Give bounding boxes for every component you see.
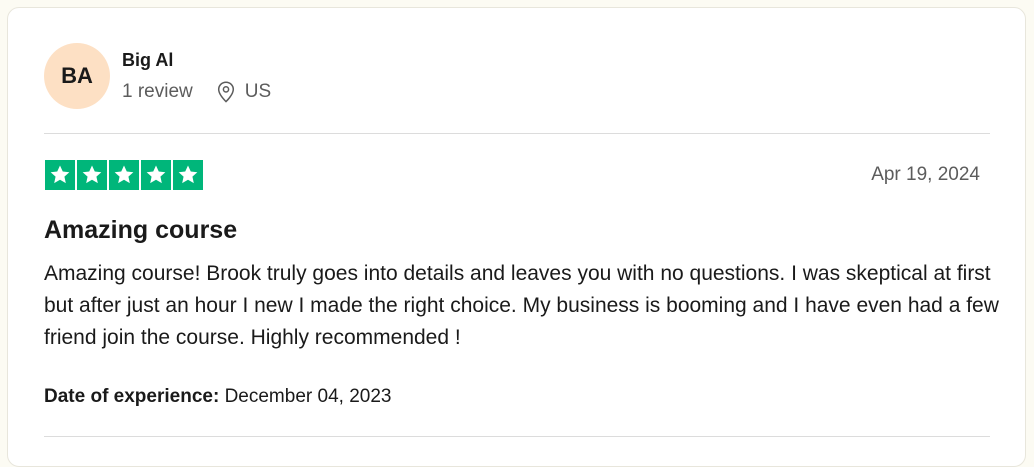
experience-label: Date of experience: [44,386,220,407]
divider [44,436,990,437]
star-icon [141,160,171,190]
star-rating [45,160,203,190]
reviewer-location: US [244,81,272,102]
review-title[interactable]: Amazing course [44,216,237,245]
reviewer-name[interactable]: Big Al [122,50,271,70]
review-date: Apr 19, 2024 [871,164,980,185]
review-count: 1 review [122,81,193,102]
reviewer-info: Big Al 1 review US [122,43,271,103]
avatar[interactable]: BA [44,43,110,109]
review-card: BA Big Al 1 review US Apr 19, 2024 Amazi… [7,7,1026,467]
star-icon [45,160,75,190]
experience-date: December 04, 2023 [224,386,392,407]
reviewer-meta: 1 review US [122,81,271,103]
reviewer-header: BA Big Al 1 review US [44,43,271,109]
star-icon [77,160,107,190]
divider [44,133,990,134]
review-body: Amazing course! Brook truly goes into de… [44,262,999,349]
star-icon [109,160,139,190]
date-of-experience: Date of experience: December 04, 2023 [44,386,391,408]
star-icon [173,160,203,190]
map-pin-icon [217,81,237,103]
